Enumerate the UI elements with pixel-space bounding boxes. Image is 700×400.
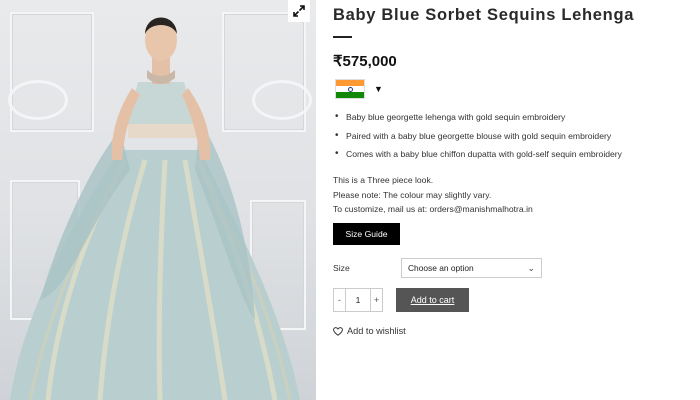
product-notes: This is a Three piece look. Please note:… [333,173,533,217]
title-divider [333,36,352,38]
currency-selector[interactable]: ▼ [335,79,383,99]
product-title: Baby Blue Sorbet Sequins Lehenga [333,6,635,24]
size-guide-button[interactable]: Size Guide [333,223,400,245]
feature-item: Comes with a baby blue chiffon dupatta w… [335,148,622,159]
note-colour-variance: Please note: The colour may slightly var… [333,189,492,200]
chevron-down-icon: ⌄ [527,262,535,273]
qty-plus-button[interactable]: + [370,288,383,312]
expand-icon [293,5,305,17]
qty-input[interactable]: 1 [346,288,370,312]
note-three-piece: This is a Three piece look. [333,175,434,185]
zoom-button[interactable] [288,0,310,22]
wishlist-label: Add to wishlist [347,326,406,336]
size-label: Size [333,263,350,273]
note-customize-email: To customize, mail us at: orders@manishm… [333,204,533,214]
caret-down-icon: ▼ [374,84,383,94]
add-to-wishlist-link[interactable]: Add to wishlist [333,326,406,336]
size-select-value: Choose an option [408,263,474,273]
feature-list: Baby blue georgette lehenga with gold se… [335,111,622,168]
qty-minus-button[interactable]: - [333,288,346,312]
size-select[interactable]: Choose an option ⌄ [401,258,542,278]
product-details: Baby Blue Sorbet Sequins Lehenga ₹575,00… [333,0,693,400]
feature-item: Baby blue georgette lehenga with gold se… [335,111,622,122]
quantity-stepper: - 1 + [333,288,383,312]
add-to-cart-button[interactable]: Add to cart [396,288,469,312]
model-figure [10,17,300,400]
feature-item: Paired with a baby blue georgette blouse… [335,130,622,141]
heart-icon [333,326,343,336]
product-price: ₹575,000 [333,53,397,70]
product-image[interactable] [0,0,316,400]
india-flag-icon [335,79,365,99]
